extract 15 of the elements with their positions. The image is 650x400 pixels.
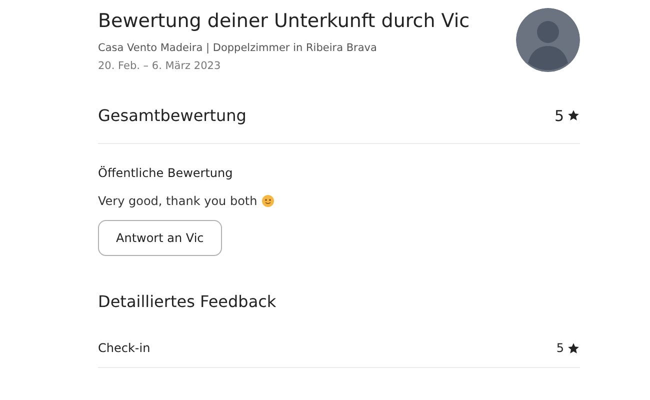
avatar-icon bbox=[516, 8, 580, 72]
reply-button[interactable]: Antwort an Vic bbox=[98, 220, 222, 256]
stay-dates: 20. Feb. – 6. März 2023 bbox=[98, 60, 222, 72]
star-icon bbox=[567, 109, 580, 122]
smiley-icon bbox=[262, 195, 274, 207]
review-text: Very good, thank you both bbox=[98, 194, 258, 208]
rating-value: 5 bbox=[554, 106, 564, 124]
review-title: Bewertung deiner Unterkunft durch Vic bbox=[98, 10, 470, 32]
category-label: Check-in bbox=[98, 341, 150, 355]
section-title: Detailliertes Feedback bbox=[98, 292, 278, 311]
section-title: Gesamtbewertung bbox=[98, 106, 246, 125]
star-icon bbox=[567, 342, 580, 354]
section-label: Öffentliche Bewertung bbox=[98, 166, 234, 180]
listing-name: Casa Vento Madeira | Doppelzimmer in Ribeira Brava bbox=[98, 42, 378, 54]
rating-value: 5 bbox=[556, 341, 564, 355]
